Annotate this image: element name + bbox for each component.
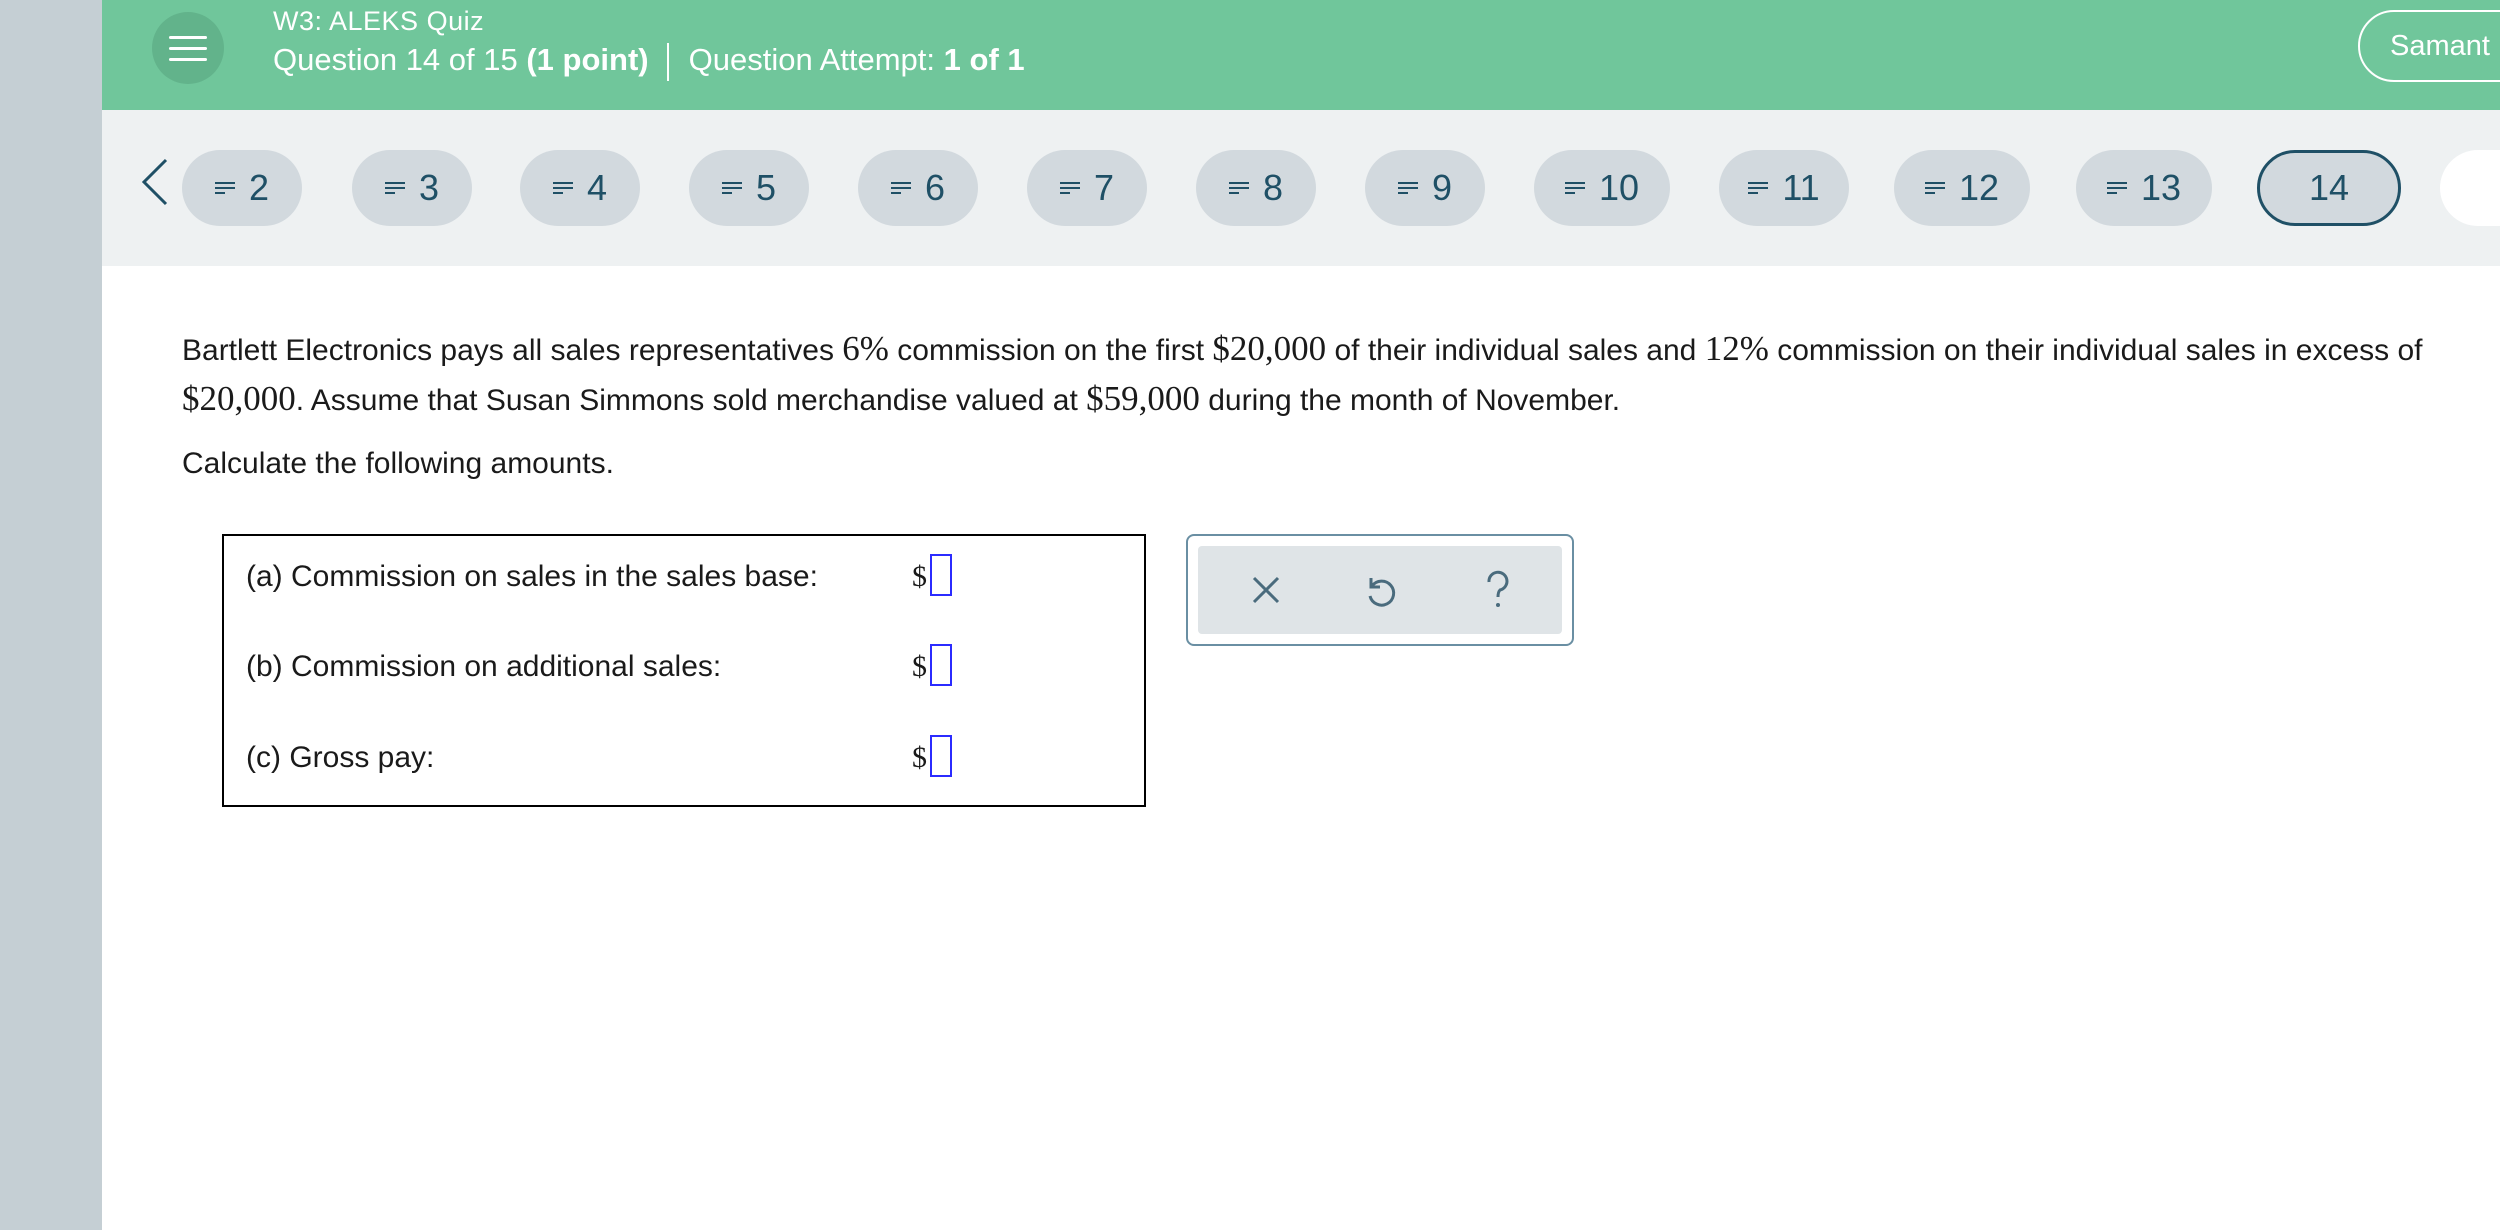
- question-pill[interactable]: 12: [1894, 150, 2030, 226]
- answered-lines-icon: [1397, 181, 1418, 195]
- question-pill[interactable]: 13: [2076, 150, 2212, 226]
- problem-text: commission on their individual sales in …: [1768, 334, 2423, 367]
- question-meta: Question 14 of 15 (1 point) Question Atte…: [273, 42, 1025, 81]
- question-number: 10: [1598, 167, 1640, 208]
- answered-lines-icon: [214, 181, 235, 195]
- undo-button[interactable]: [1350, 560, 1410, 620]
- question-number: 6: [924, 167, 946, 208]
- answered-lines-icon: [1924, 181, 1945, 195]
- question-number: 12: [1958, 167, 2000, 208]
- question-content: Bartlett Electronics pays all sales repr…: [182, 325, 2442, 481]
- question-pill-next[interactable]: [2440, 150, 2500, 226]
- question-label: Question 14 of 15: [273, 42, 518, 77]
- menu-button[interactable]: [152, 12, 224, 84]
- question-pill[interactable]: 5: [689, 150, 809, 226]
- previous-questions-button[interactable]: [120, 146, 190, 216]
- close-icon: [1252, 576, 1280, 604]
- question-pill[interactable]: 4: [520, 150, 640, 226]
- problem-text: during the month of November.: [1199, 384, 1621, 417]
- problem-text: Bartlett Electronics pays all sales repr…: [182, 334, 843, 367]
- answer-table: (a) Commission on sales in the sales bas…: [222, 534, 1146, 807]
- sales-base-amount: $20,000: [182, 379, 296, 418]
- currency-symbol: $: [912, 741, 927, 774]
- divider: [666, 42, 669, 81]
- question-pill[interactable]: 10: [1534, 150, 1670, 226]
- quiz-header: W3: ALEKS Quiz Question 14 of 15 (1 poin…: [102, 0, 2500, 110]
- problem-statement: Bartlett Electronics pays all sales repr…: [182, 325, 2442, 425]
- problem-text: . Assume that Susan Simmons sold merchan…: [295, 384, 1087, 417]
- help-icon: [1487, 570, 1509, 607]
- clear-button[interactable]: [1236, 560, 1296, 620]
- answer-a-input[interactable]: [930, 554, 952, 596]
- undo-icon: [1368, 578, 1396, 607]
- tools-panel: [1198, 546, 1562, 634]
- problem-text: of their individual sales and: [1326, 334, 1705, 367]
- answer-a-label: (a) Commission on sales in the sales bas…: [246, 560, 818, 593]
- answered-lines-icon: [721, 181, 742, 195]
- question-number: 5: [755, 167, 777, 208]
- chevron-left-icon: [141, 158, 168, 206]
- answer-c-label: (c) Gross pay:: [246, 741, 435, 774]
- question-number: 2: [248, 167, 270, 208]
- problem-text: commission on the first: [888, 334, 1213, 367]
- answer-b-label: (b) Commission on additional sales:: [246, 650, 722, 683]
- answered-lines-icon: [1564, 181, 1585, 195]
- menu-icon-bar: [169, 47, 207, 50]
- instruction: Calculate the following amounts.: [182, 447, 614, 480]
- question-points: (1 point): [526, 42, 649, 77]
- user-menu-button[interactable]: Samant: [2358, 10, 2500, 82]
- menu-icon: [169, 36, 207, 39]
- question-number: 8: [1262, 167, 1284, 208]
- question-pill[interactable]: 8: [1196, 150, 1316, 226]
- answered-lines-icon: [1228, 181, 1249, 195]
- question-number: 4: [586, 167, 608, 208]
- rate-base: 6%: [842, 329, 889, 368]
- sales-base-amount: $20,000: [1212, 329, 1327, 368]
- question-pill-current[interactable]: 14: [2257, 150, 2401, 226]
- question-pill[interactable]: 11: [1719, 150, 1849, 226]
- left-rail: [0, 0, 102, 1230]
- question-pill[interactable]: 2: [182, 150, 302, 226]
- help-button[interactable]: [1468, 560, 1528, 620]
- question-pill[interactable]: 3: [352, 150, 472, 226]
- answered-lines-icon: [1748, 181, 1769, 195]
- question-number: 9: [1431, 167, 1453, 208]
- question-pill[interactable]: 9: [1365, 150, 1485, 226]
- answer-c-input[interactable]: [930, 735, 952, 777]
- attempt-value: 1 of 1: [943, 42, 1025, 77]
- question-number: 14: [2308, 167, 2350, 208]
- attempt-label: Question Attempt:: [688, 42, 936, 77]
- currency-symbol: $: [912, 650, 927, 683]
- rate-excess: 12%: [1704, 329, 1769, 368]
- question-number: 11: [1782, 167, 1820, 208]
- answered-lines-icon: [552, 181, 573, 195]
- quiz-title: W3: ALEKS Quiz: [273, 6, 485, 36]
- menu-icon-bar: [169, 58, 207, 61]
- question-number: 13: [2140, 167, 2182, 208]
- answer-b-input[interactable]: [930, 644, 952, 686]
- question-navigator: 2 3 4 5 6 7 8 9 10 11 12 13 14: [102, 110, 2500, 266]
- question-number: 7: [1093, 167, 1115, 208]
- sales-amount: $59,000: [1086, 379, 1200, 418]
- answered-lines-icon: [384, 181, 405, 195]
- question-pill[interactable]: 7: [1027, 150, 1147, 226]
- answered-lines-icon: [2106, 181, 2127, 195]
- answered-lines-icon: [1059, 181, 1080, 195]
- currency-symbol: $: [912, 560, 927, 593]
- answered-lines-icon: [890, 181, 911, 195]
- question-number: 3: [418, 167, 440, 208]
- answer-tools: [1186, 534, 1574, 646]
- question-pill[interactable]: 6: [858, 150, 978, 226]
